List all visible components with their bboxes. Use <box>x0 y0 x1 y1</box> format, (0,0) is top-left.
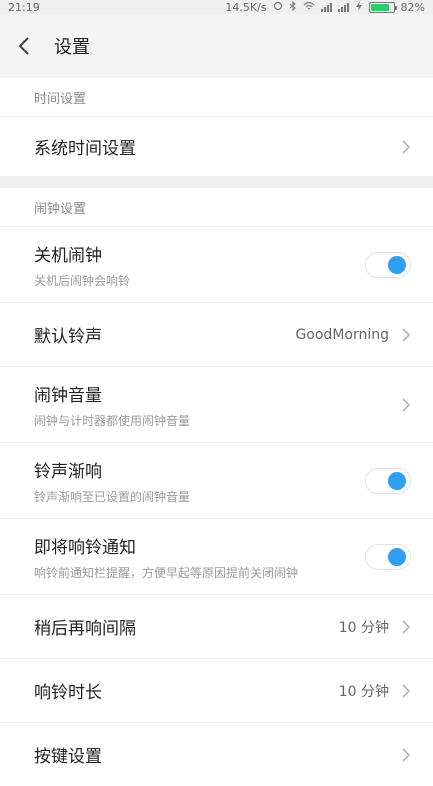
row-title: 系统时间设置 <box>34 139 136 159</box>
toggle-knob <box>388 255 406 274</box>
status-bar: 21:19 14.5K/s 82% <box>0 0 433 14</box>
ring-duration-row[interactable]: 响铃时长 10 分钟 <box>0 658 433 722</box>
bluetooth-icon <box>289 0 297 14</box>
network-speed: 14.5K/s <box>225 0 267 14</box>
row-title: 响铃时长 <box>34 683 102 703</box>
signal-icon-2 <box>337 2 349 12</box>
status-icons: 14.5K/s 82% <box>225 0 425 14</box>
chevron-right-icon <box>401 327 411 343</box>
app-bar: 设置 <box>0 14 433 78</box>
signal-icon <box>320 2 332 12</box>
snooze-value: 10 分钟 <box>338 619 389 636</box>
shutdown-alarm-row[interactable]: 关机闹钟 关机后闹钟会响铃 <box>0 226 433 302</box>
toggle-knob <box>388 547 406 566</box>
shutdown-alarm-toggle[interactable] <box>365 251 411 278</box>
upcoming-alarm-notification-row[interactable]: 即将响铃通知 响铃前通知栏提醒，方便早起等原因提前关闭闹钟 <box>0 518 433 594</box>
section-divider <box>0 176 433 188</box>
battery-fill <box>370 3 389 11</box>
row-subtitle: 铃声渐响至已设置的闹钟音量 <box>34 489 191 504</box>
chevron-right-icon <box>401 683 411 699</box>
row-subtitle: 关机后闹钟会响铃 <box>34 273 131 288</box>
chevron-right-icon <box>401 139 411 155</box>
ringtone-fade-in-row[interactable]: 铃声渐响 铃声渐响至已设置的闹钟音量 <box>0 442 433 518</box>
battery-percent: 82% <box>400 0 425 14</box>
page-title: 设置 <box>54 37 90 58</box>
section-time: 时间设置 系统时间设置 <box>0 78 433 176</box>
sync-icon <box>273 1 283 14</box>
snooze-interval-row[interactable]: 稍后再响间隔 10 分钟 <box>0 594 433 658</box>
section-header-time: 时间设置 <box>0 78 433 116</box>
alarm-volume-row[interactable]: 闹钟音量 闹钟与计时器都使用闹钟音量 <box>0 366 433 442</box>
row-title: 关机闹钟 <box>34 245 102 266</box>
row-title: 默认铃声 <box>34 327 102 347</box>
row-title: 铃声渐响 <box>34 461 102 482</box>
wifi-icon <box>303 1 315 14</box>
section-alarm: 闹钟设置 关机闹钟 关机后闹钟会响铃 默认铃声 GoodMorning 闹钟音量… <box>0 188 433 786</box>
upcoming-alarm-notification-toggle[interactable] <box>365 543 411 570</box>
ring-duration-value: 10 分钟 <box>338 683 389 700</box>
row-subtitle: 闹钟与计时器都使用闹钟音量 <box>34 413 191 428</box>
battery-icon <box>368 1 397 13</box>
chevron-left-icon <box>18 37 29 55</box>
chevron-right-icon <box>401 397 411 413</box>
row-title: 按键设置 <box>34 747 102 767</box>
row-title: 稍后再响间隔 <box>34 619 136 639</box>
row-subtitle: 响铃前通知栏提醒，方便早起等原因提前关闭闹钟 <box>34 565 299 580</box>
back-button[interactable] <box>18 33 44 59</box>
ringtone-fade-in-toggle[interactable] <box>365 467 411 494</box>
row-title: 闹钟音量 <box>34 385 102 406</box>
chevron-right-icon <box>401 619 411 635</box>
ringtone-value: GoodMorning <box>295 326 389 343</box>
charging-icon <box>355 0 363 14</box>
default-ringtone-row[interactable]: 默认铃声 GoodMorning <box>0 302 433 366</box>
row-title: 即将响铃通知 <box>34 537 136 558</box>
key-settings-row[interactable]: 按键设置 <box>0 722 433 786</box>
chevron-right-icon <box>401 747 411 763</box>
system-time-setting-row[interactable]: 系统时间设置 <box>0 116 433 176</box>
toggle-knob <box>388 471 406 490</box>
status-time: 21:19 <box>8 0 40 14</box>
section-header-alarm: 闹钟设置 <box>0 188 433 226</box>
